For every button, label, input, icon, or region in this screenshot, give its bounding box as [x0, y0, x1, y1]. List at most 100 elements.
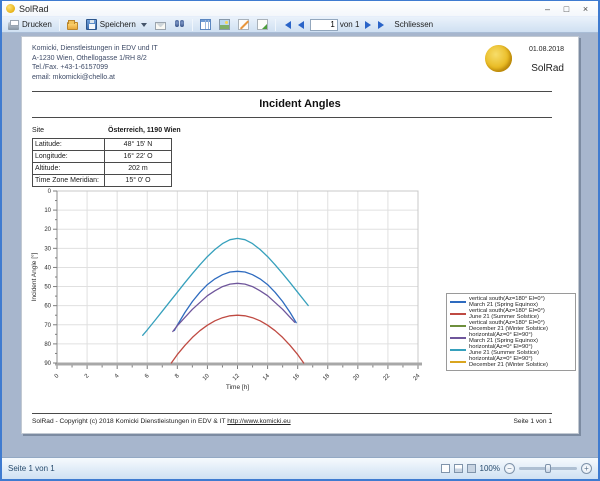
toolbar-separator: [59, 19, 60, 31]
x-tick-label: 14: [262, 373, 271, 382]
email-button[interactable]: [152, 19, 169, 31]
title-bar: SolRad – □ ×: [2, 1, 598, 16]
x-tick-label: 12: [232, 373, 241, 382]
close-preview-button[interactable]: Schliessen: [391, 19, 436, 30]
x-tick-label: 10: [202, 373, 211, 382]
status-zoom-cluster: 100% − +: [441, 463, 592, 474]
minimize-button[interactable]: –: [539, 3, 556, 15]
triangle-right-icon: [378, 21, 384, 29]
print-button-label: Drucken: [22, 20, 52, 29]
triangle-right-icon: [365, 21, 371, 29]
company-line: A-1230 Wien, Othellogasse 1/RH 8/2: [32, 54, 158, 64]
find-button[interactable]: [171, 18, 188, 31]
legend-item: vertical south(Az=180° El=0°)December 21…: [450, 320, 572, 332]
full-page-view-button[interactable]: [467, 464, 476, 473]
zoom-slider[interactable]: [519, 467, 577, 470]
page-title: Incident Angles: [22, 98, 578, 110]
print-button[interactable]: Drucken: [5, 19, 55, 31]
title-rule: [32, 117, 552, 118]
triangle-left-icon: [298, 21, 304, 29]
chart-legend: vertical south(Az=180° El=0°)March 21 (S…: [446, 293, 576, 371]
row-label: Altitude:: [33, 163, 105, 174]
y-tick-label: 60: [44, 304, 51, 310]
legend-label: vertical south(Az=180° El=0°)June 21 (Su…: [469, 308, 545, 320]
legend-label: horizontal(Az=0° El=90°)March 21 (Spring…: [469, 332, 538, 344]
incident-angles-chart: 0102030405060708090024681012141618202224…: [27, 187, 447, 399]
company-line: Komicki, Dienstleistungen in EDV und IT: [32, 44, 158, 54]
app-sun-icon: [6, 4, 15, 13]
close-window-button[interactable]: ×: [577, 3, 594, 15]
maximize-button[interactable]: □: [558, 3, 575, 15]
site-label: Site: [32, 127, 108, 134]
table-row: Longitude: 16° 22' O: [33, 151, 171, 163]
x-tick-label: 8: [174, 373, 181, 380]
series-vertical-south-march-21: [174, 271, 296, 330]
report-page: Komicki, Dienstleistungen in EDV und IT …: [21, 36, 579, 434]
first-page-button[interactable]: [280, 18, 293, 31]
zoom-percent-label: 100%: [480, 464, 500, 473]
table-grid-icon: [200, 19, 211, 30]
legend-item: vertical south(Az=180° El=0°)March 21 (S…: [450, 296, 572, 308]
company-line: Tel./Fax. +43-1-6157099: [32, 63, 158, 73]
row-value: 15° 0' O: [105, 177, 171, 184]
folder-icon: [67, 22, 78, 30]
report-footer: SolRad - Copyright (c) 2018 Komicki Dien…: [32, 418, 552, 425]
prev-page-button[interactable]: [295, 18, 308, 31]
open-button[interactable]: [64, 19, 81, 31]
legend-label: horizontal(Az=0° El=90°)June 21 (Summer …: [469, 344, 539, 356]
row-value: 16° 22' O: [105, 153, 171, 160]
site-table: Latitude: 48° 15' N Longitude: 16° 22' O…: [32, 138, 172, 187]
picture-icon: [219, 19, 230, 30]
preview-area[interactable]: Komicki, Dienstleistungen in EDV und IT …: [2, 33, 598, 457]
page-count-label: von 1: [340, 20, 360, 29]
toolbar-separator: [275, 19, 276, 31]
row-label: Latitude:: [33, 139, 105, 150]
report-date: 01.08.2018: [529, 46, 564, 53]
footer-copyright: SolRad - Copyright (c) 2018 Komicki Dien…: [32, 418, 291, 425]
y-tick-label: 50: [44, 285, 51, 291]
row-value: 48° 15' N: [105, 141, 171, 148]
legend-swatch: [450, 301, 466, 303]
legend-item: horizontal(Az=0° El=90°)March 21 (Spring…: [450, 332, 572, 344]
zoom-out-button[interactable]: −: [504, 463, 515, 474]
legend-swatch: [450, 325, 466, 327]
footer-url: http://www.komicki.eu: [227, 418, 290, 425]
footer-rule: [32, 413, 552, 414]
x-tick-label: 20: [352, 373, 361, 382]
table-row: Altitude: 202 m: [33, 163, 171, 175]
solrad-sun-logo: [485, 45, 512, 72]
status-bar: Seite 1 von 1 100% − +: [2, 457, 598, 479]
legend-label: vertical south(Az=180° El=0°)March 21 (S…: [469, 296, 545, 308]
y-tick-label: 20: [44, 227, 51, 233]
x-tick-label: 2: [84, 373, 91, 380]
save-button[interactable]: Speichern: [83, 18, 150, 31]
window-title: SolRad: [19, 4, 537, 14]
close-preview-label: Schliessen: [394, 20, 433, 29]
x-tick-label: 0: [54, 373, 61, 380]
watermark-button[interactable]: [216, 18, 233, 31]
zoom-slider-thumb[interactable]: [545, 464, 551, 473]
edit-button[interactable]: [235, 18, 252, 31]
layout-button[interactable]: [197, 18, 214, 31]
header-rule: [32, 91, 552, 92]
next-page-button[interactable]: [361, 18, 374, 31]
row-label: Time Zone Meridian:: [33, 175, 105, 186]
last-page-button[interactable]: [376, 18, 389, 31]
y-tick-label: 0: [48, 189, 52, 195]
site-row: Site Österreich, 1190 Wien: [32, 127, 181, 134]
multi-page-view-button[interactable]: [454, 464, 463, 473]
printer-icon: [8, 22, 19, 30]
single-page-view-button[interactable]: [441, 464, 450, 473]
binoculars-icon: [174, 19, 185, 30]
x-tick-label: 16: [292, 373, 301, 382]
export-button[interactable]: [254, 18, 271, 31]
company-line: email: mkomicki@chello.at: [32, 73, 158, 83]
chevron-down-icon[interactable]: [141, 23, 147, 27]
y-tick-label: 70: [44, 323, 51, 329]
zoom-in-button[interactable]: +: [581, 463, 592, 474]
row-label: Longitude:: [33, 151, 105, 162]
page-number-input[interactable]: [310, 19, 338, 31]
y-tick-label: 10: [44, 208, 51, 214]
y-axis-title: Incident Angle [°]: [30, 252, 38, 301]
legend-swatch: [450, 313, 466, 315]
